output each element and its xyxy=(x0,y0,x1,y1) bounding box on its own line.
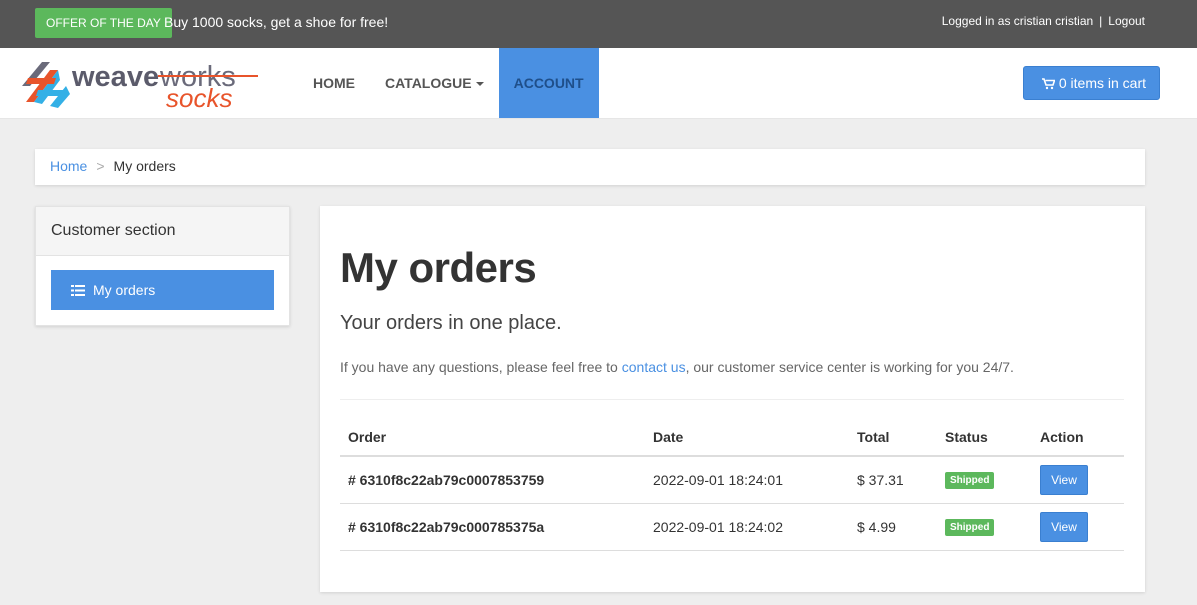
order-date: 2022-09-01 18:24:01 xyxy=(645,456,849,504)
status-badge: Shipped xyxy=(945,472,995,490)
info-text: If you have any questions, please feel f… xyxy=(340,359,1014,375)
divider xyxy=(340,399,1124,400)
page-title: My orders xyxy=(340,244,537,291)
orders-panel: My orders Your orders in one place. If y… xyxy=(320,206,1145,592)
nav-account[interactable]: ACCOUNT xyxy=(498,48,599,118)
header-date: Date xyxy=(645,418,849,457)
breadcrumb: Home > My orders xyxy=(35,149,1145,185)
breadcrumb-home[interactable]: Home xyxy=(50,158,87,174)
info-after: , our customer service center is working… xyxy=(685,359,1014,375)
offer-text: Buy 1000 socks, get a shoe for free! xyxy=(164,14,389,30)
order-id: # 6310f8c22ab79c0007853759 xyxy=(340,456,645,504)
caret-down-icon xyxy=(475,82,484,87)
view-button[interactable]: View xyxy=(1040,511,1088,542)
header-action: Action xyxy=(1032,418,1124,457)
logout-link[interactable]: Logout xyxy=(1108,14,1145,28)
nav-catalogue-label: CATALOGUE xyxy=(385,75,472,91)
sidebar-item-my-orders[interactable]: My orders xyxy=(51,270,274,310)
top-bar: OFFER OF THE DAY Buy 1000 socks, get a s… xyxy=(0,0,1197,48)
login-area: Logged in as cristian cristian | Logout xyxy=(942,14,1145,28)
table-header-row: Order Date Total Status Action xyxy=(340,418,1124,457)
header-order: Order xyxy=(340,418,645,457)
order-total: $ 4.99 xyxy=(849,503,937,551)
customer-sidebar: Customer section My orders xyxy=(35,206,290,326)
table-row: # 6310f8c22ab79c0007853759 2022-09-01 18… xyxy=(340,456,1124,504)
sidebar-title: Customer section xyxy=(36,207,289,256)
status-badge: Shipped xyxy=(945,519,995,536)
shopping-cart-icon xyxy=(1041,78,1056,90)
order-total: $ 37.31 xyxy=(849,456,937,504)
separator: | xyxy=(1099,14,1103,28)
breadcrumb-current: My orders xyxy=(113,158,176,174)
svg-text:weave: weave xyxy=(71,61,159,93)
nav-home[interactable]: HOME xyxy=(298,48,370,118)
cart-button[interactable]: 0 items in cart xyxy=(1022,66,1160,100)
contact-us-link[interactable]: contact us xyxy=(622,359,686,375)
main-nav: HOME CATALOGUE ACCOUNT xyxy=(298,48,599,118)
order-date: 2022-09-01 18:24:02 xyxy=(645,503,849,551)
order-id: # 6310f8c22ab79c000785375a xyxy=(340,503,645,551)
list-icon xyxy=(71,285,85,296)
logged-in-text: Logged in as cristian cristian xyxy=(941,14,1094,28)
offer-badge[interactable]: OFFER OF THE DAY xyxy=(35,8,172,38)
weaveworks-socks-logo[interactable]: weave works socks xyxy=(20,56,260,112)
cart-label: 0 items in cart xyxy=(1058,75,1146,91)
header-total: Total xyxy=(849,418,937,457)
orders-table: Order Date Total Status Action # 6310f8c… xyxy=(340,418,1124,551)
page-lead: Your orders in one place. xyxy=(340,312,562,334)
table-row: # 6310f8c22ab79c000785375a 2022-09-01 18… xyxy=(340,503,1124,551)
header-status: Status xyxy=(937,418,1032,457)
sidebar-item-label: My orders xyxy=(93,282,156,298)
info-before: If you have any questions, please feel f… xyxy=(340,359,622,375)
view-button[interactable]: View xyxy=(1040,464,1088,495)
nav-catalogue[interactable]: CATALOGUE xyxy=(370,48,499,118)
navbar: weave works socks HOME CATALOGUE ACCOUNT… xyxy=(0,48,1197,119)
weaveworks-mark-icon xyxy=(22,62,70,108)
breadcrumb-separator: > xyxy=(96,158,105,174)
svg-text:socks: socks xyxy=(166,83,232,112)
